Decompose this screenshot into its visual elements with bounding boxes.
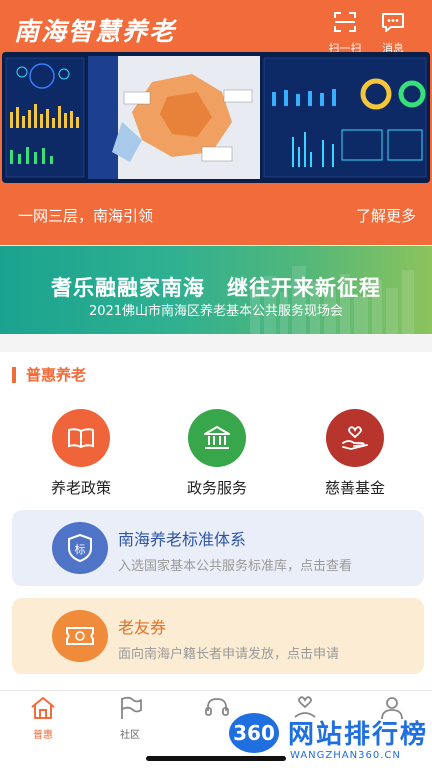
flag-icon [121,696,142,719]
scan-icon [334,12,356,32]
scan-button[interactable]: 扫一扫 [325,10,365,56]
message-button[interactable]: 消息 [373,10,413,56]
dashboard-illustration [2,52,430,183]
standard-system-desc: 入选国家基本公共服务标准库，点击查看 [118,559,353,574]
nav-label-inclusive: 普惠 [33,730,53,741]
coupon-icon [52,610,108,662]
home-icon [31,697,55,719]
elder-coupon-card[interactable]: 老友券 面向南海户籍长者申请发放，点击申请 [12,598,424,674]
app-title: 南海智慧养老 [14,17,177,46]
learn-more-link[interactable]: 了解更多 [356,205,416,226]
gov-service-label: 政务服务 [186,479,247,497]
promo-banner[interactable]: 耆乐融融家南海 继往开来新征程 2021佛山市南海区养老基本公共服务现场会 [0,246,432,334]
message-icon [382,13,404,32]
promo-subtitle: 2021佛山市南海区养老基本公共服务现场会 [88,304,344,319]
slogan-text: 一网三层，南海引领 [18,207,154,225]
header: 南海智慧养老 扫一扫 消息 一网三层，南海引领 了解更多 [0,0,432,245]
elderly-policy-label: 养老政策 [50,479,111,497]
charity-fund-label: 慈善基金 [324,479,385,497]
standard-badge-icon: 标 [52,522,108,574]
inclusive-care-section: 普惠养老 养老政策 政务服务 慈善基金 标 南海养老标准体系 入选国家基本公共服… [0,352,432,690]
standard-badge-text: 标 [75,542,86,556]
elderly-policy-button[interactable]: 养老政策 [36,409,126,498]
book-icon [52,409,110,467]
standard-system-title: 南海养老标准体系 [118,530,247,549]
charity-fund-button[interactable]: 慈善基金 [310,409,400,498]
nav-label-community: 社区 [120,730,140,741]
gov-service-button[interactable]: 政务服务 [172,409,262,498]
nav-tab-inclusive[interactable]: 普惠 [13,695,73,741]
watermark-text: 网站排行榜 [288,720,429,750]
watermark-url: WANGZHAN360.CN [290,750,401,761]
home-indicator[interactable] [146,756,286,761]
elder-coupon-desc: 面向南海户籍长者申请发放，点击申请 [118,647,340,662]
nav-tab-community[interactable]: 社区 [100,695,160,741]
standard-system-card[interactable]: 标 南海养老标准体系 入选国家基本公共服务标准库，点击查看 [12,510,424,586]
watermark-logo: 360 [226,710,282,756]
promo-title: 耆乐融融家南海 继往开来新征程 [51,276,381,300]
elder-coupon-title: 老友券 [118,618,167,637]
government-building-icon [188,409,246,467]
dashboard-banner-image[interactable] [2,52,430,183]
section-title: 普惠养老 [12,367,86,383]
heart-hand-icon [326,409,384,467]
